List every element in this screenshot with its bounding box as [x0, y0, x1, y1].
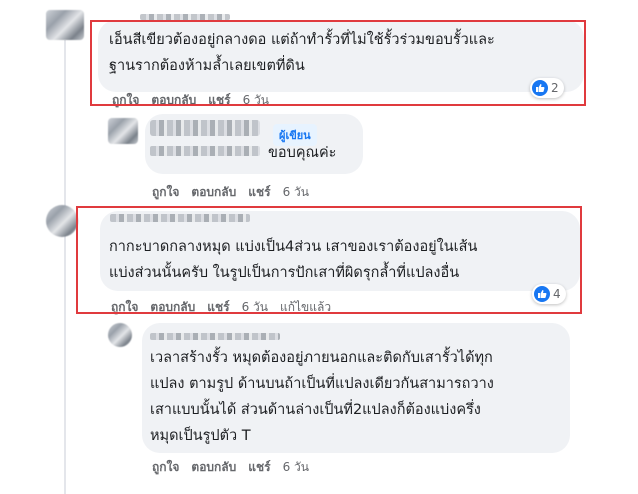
highlight-box — [76, 206, 582, 314]
commenter-name[interactable] — [150, 333, 280, 340]
comment-text-line: เสาแบบนั้นได้ ส่วนด้านล่างเป็นที่2แปลงก็… — [150, 402, 481, 418]
thread-line — [64, 238, 66, 494]
avatar[interactable] — [108, 323, 132, 347]
comment-actions: ถูกใจ ตอบกลับ แชร์ 6 วัน — [152, 458, 321, 477]
avatar[interactable] — [46, 205, 78, 237]
like-link[interactable]: ถูกใจ — [152, 458, 179, 477]
avatar[interactable] — [46, 10, 84, 40]
comment-text-line: ขอบคุณค่ะ — [268, 145, 337, 161]
share-link[interactable]: แชร์ — [248, 458, 270, 477]
highlight-box — [90, 20, 586, 106]
like-link[interactable]: ถูกใจ — [152, 183, 179, 202]
timestamp[interactable]: 6 วัน — [283, 183, 309, 202]
timestamp[interactable]: 6 วัน — [283, 458, 309, 477]
reply-link[interactable]: ตอบกลับ — [191, 183, 236, 202]
share-link[interactable]: แชร์ — [248, 183, 270, 202]
comment-text-line: แปลง ตามรูป ด้านบนถ้าเป็นที่แปลงเดียวกัน… — [150, 376, 494, 392]
comment-actions: ถูกใจ ตอบกลับ แชร์ 6 วัน — [152, 183, 321, 202]
commenter-name[interactable] — [150, 120, 260, 136]
commenter-name — [150, 146, 260, 156]
comment-text-line: เวลาสร้างรั้ว หมุดต้องอยู่ภายนอกและติดกั… — [150, 350, 493, 366]
comment-text-line: หมุดเป็นรูปตัว T — [150, 428, 251, 444]
reply-link[interactable]: ตอบกลับ — [191, 458, 236, 477]
avatar[interactable] — [108, 118, 138, 144]
